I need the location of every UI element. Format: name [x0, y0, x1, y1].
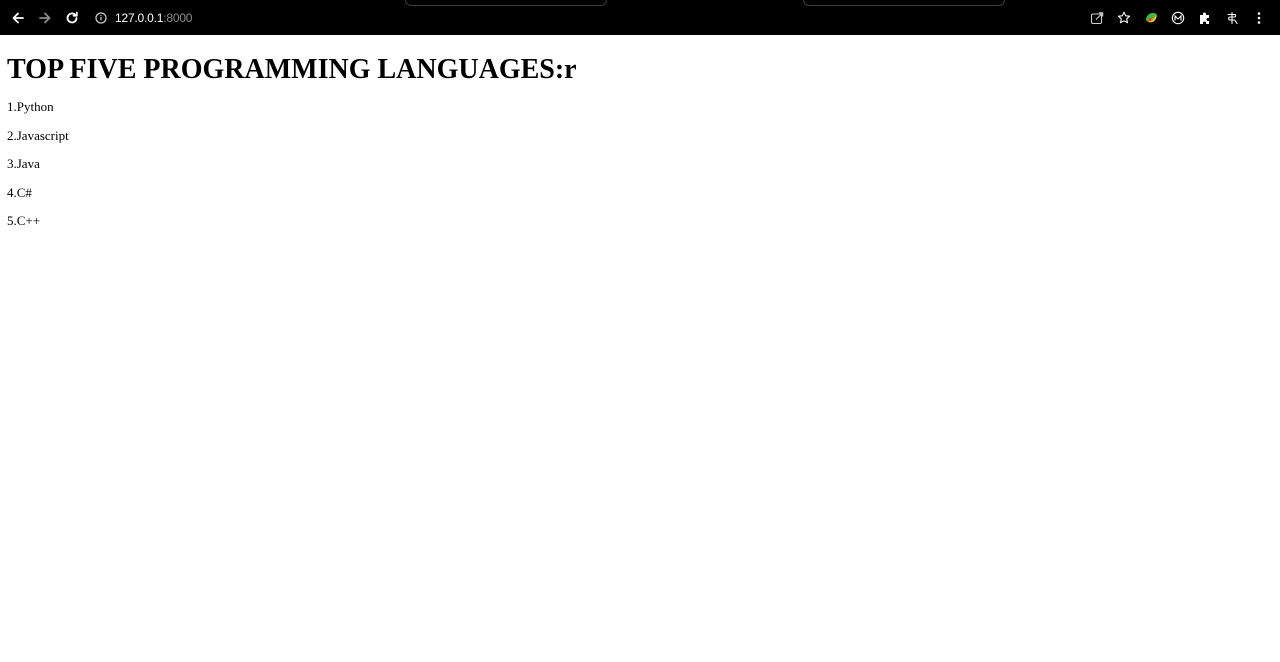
reload-button[interactable] [58, 4, 85, 31]
url-host: 127.0.0.1 [115, 10, 164, 25]
forward-arrow-icon [38, 12, 50, 23]
address-bar[interactable]: 127.0.0.1:8000 [95, 11, 192, 25]
back-arrow-icon [12, 12, 24, 23]
share-icon [1090, 11, 1103, 24]
extension-circle-icon [1171, 11, 1184, 24]
page-content: TOP FIVE PROGRAMMING LANGUAGES:r 1.Pytho… [0, 54, 1280, 228]
info-icon[interactable] [95, 11, 107, 24]
language-item-4: 4.C# [7, 184, 32, 200]
extension-color-icon [1145, 12, 1157, 22]
reload-icon [66, 11, 78, 23]
back-button[interactable] [4, 4, 31, 31]
tab-edge-left [405, 0, 607, 6]
bookmark-button[interactable] [1110, 4, 1137, 31]
forward-button[interactable] [31, 4, 58, 31]
star-icon [1117, 11, 1130, 23]
page-title: TOP FIVE PROGRAMMING LANGUAGES:r [7, 54, 577, 85]
browser-menu-button[interactable] [1245, 4, 1272, 31]
tab-edge-right [803, 0, 1005, 6]
language-item-3: 3.Java [7, 156, 40, 171]
url-port: :8000 [163, 10, 193, 25]
url-text: 127.0.0.1:8000 [115, 11, 192, 25]
kebab-menu-icon [1257, 11, 1260, 24]
extension-script-icon [1226, 11, 1238, 24]
extension-circle-button[interactable] [1164, 4, 1191, 31]
toolbar-actions [1083, 4, 1280, 31]
language-item-2: 2.Javascript [7, 127, 69, 143]
extensions-button[interactable] [1191, 4, 1218, 31]
browser-toolbar: 127.0.0.1:8000 [0, 0, 1280, 35]
language-item-5: 5.C++ [7, 213, 41, 228]
language-list: 1.Python 2.Javascript 3.Java 4.C# 5.C++ [7, 99, 1273, 228]
extension-color-button[interactable] [1137, 4, 1164, 31]
language-item-1: 1.Python [7, 99, 54, 114]
extension-script-button[interactable] [1218, 4, 1245, 31]
puzzle-icon [1199, 12, 1209, 24]
share-button[interactable] [1083, 4, 1110, 31]
